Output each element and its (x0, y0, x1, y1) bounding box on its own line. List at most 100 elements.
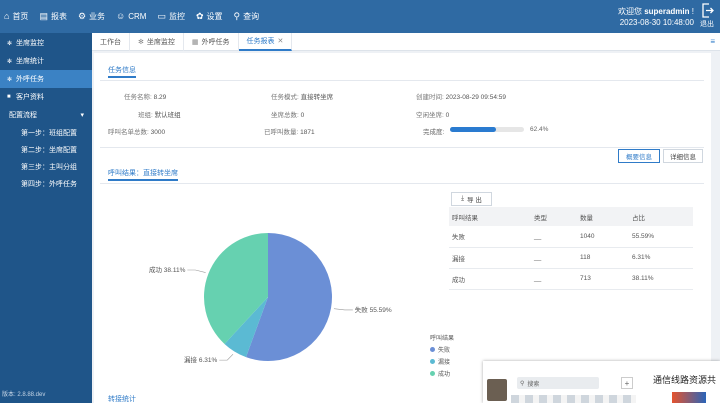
close-icon[interactable]: ✕ (278, 37, 284, 45)
tab-workbench[interactable]: 工作台 (92, 33, 130, 51)
version-label: 版本: 2.8.88.dev (2, 392, 46, 398)
popup-thumbnail (672, 392, 706, 403)
cell-ratio: 38.11% (629, 268, 693, 290)
field-called: 已呼叫数量: 1871 (264, 129, 315, 136)
nav-label: 首页 (12, 12, 29, 21)
field-agents-total: 坐席总数: 0 (271, 112, 305, 119)
legend-item[interactable]: 失败 (430, 343, 454, 355)
search-icon: ⚲ (233, 11, 241, 21)
cell-count: 118 (577, 247, 629, 269)
field-task-name: 任务名称: 8.29 (124, 94, 167, 101)
nav-query[interactable]: ⚲ 查询 (234, 11, 260, 22)
avatar (487, 379, 507, 401)
field-idle-agents: 空闲坐席: 0 (416, 112, 450, 119)
sidebar-subitem-step4[interactable]: 第四步：外呼任务 (0, 175, 92, 192)
field-created: 创建时间: 2023-08-29 09:54:59 (416, 94, 506, 101)
detail-button[interactable]: 详细信息 (663, 149, 703, 163)
sidebar-item-label: 坐席统计 (16, 58, 44, 65)
cell-ratio: 6.31% (629, 247, 693, 269)
tab-task-report[interactable]: 任务报表 ✕ (238, 33, 293, 51)
legend-swatch (430, 370, 435, 376)
completion-value: 62.4% (530, 126, 549, 133)
sidebar-item-outbound-task[interactable]: ✻ 外呼任务 (0, 70, 92, 88)
section-tab-call-result[interactable]: 呼叫结果：直接转坐席 (108, 168, 178, 181)
notification-popup[interactable]: ⚲ 搜索 + 通信线路资源共 (483, 361, 720, 403)
datetime: 2023-08-30 10:48:00 (619, 18, 694, 27)
tab-label: 任务报表 (246, 38, 275, 45)
table-header-row: 呼叫结果 类型 数量 占比 (449, 207, 693, 226)
pie-chart: 失败 55.59% 漏接 6.31% 成功 38.11% (149, 233, 392, 364)
cell-count: 713 (577, 268, 629, 290)
section-tab-transfer-stats[interactable]: 转接统计 (108, 394, 136, 403)
export-label: 导 出 (467, 197, 482, 204)
sidebar-item-agent-stats[interactable]: ✻ 坐席统计 (0, 52, 92, 70)
tab-agent-monitor[interactable]: ✻ 坐席监控 (130, 33, 184, 51)
field-list-total: 呼叫名单总数: 3000 (108, 129, 166, 136)
pie-data-label: 成功 38.11% (149, 265, 186, 274)
nav-label: 查询 (243, 12, 260, 21)
popup-list-preview (511, 395, 636, 403)
sidebar-group-config[interactable]: 配置流程 ▾ (0, 106, 92, 124)
pie-data-label: 漏接 6.31% (184, 355, 217, 364)
nav-label: 设置 (206, 12, 223, 21)
column-header[interactable]: 占比 (629, 207, 693, 226)
nav-label: 报表 (50, 12, 67, 21)
menu-icon[interactable]: ≡ (710, 37, 715, 46)
nav-business[interactable]: ⚙ 业务 (78, 11, 105, 22)
nav-settings[interactable]: ✿ 设置 (196, 11, 223, 22)
sidebar-item-label: 坐席监控 (16, 40, 44, 47)
sidebar-group-label: 配置流程 (9, 112, 37, 119)
completion-progress-fill (450, 127, 497, 132)
legend-label: 失败 (438, 347, 451, 354)
table-row: 成功 __ 713 38.11% (449, 268, 693, 290)
user-name[interactable]: superadmin (644, 7, 689, 16)
pie-label-line (187, 269, 206, 273)
tab-label: 坐席监控 (146, 39, 175, 46)
popup-search-input[interactable]: ⚲ 搜索 (517, 377, 599, 389)
top-nav: ⌂ 首页 ▤ 报表 ⚙ 业务 ☺ CRM ▭ 监控 ✿ 设置 ⚲ 查询 (4, 0, 270, 33)
sidebar-item-customer-data[interactable]: ■ 客户资料 (0, 88, 92, 106)
add-icon[interactable]: + (621, 377, 633, 389)
result-table: 呼叫结果 类型 数量 占比 失败 __ 1040 55.59% 漏接 __ 11… (449, 207, 693, 290)
nav-crm[interactable]: ☺ CRM (116, 11, 146, 22)
chevron-down-icon: ▾ (80, 112, 84, 119)
legend-item[interactable]: 成功 (430, 367, 454, 379)
logout-label: 退出 (700, 21, 714, 28)
divider (100, 147, 704, 148)
tab-label: 外呼任务 (201, 39, 230, 46)
nav-monitor[interactable]: ▭ 监控 (157, 11, 185, 22)
legend-swatch (430, 346, 435, 352)
section-tab-task-info[interactable]: 任务信息 (108, 65, 136, 78)
nav-report[interactable]: ▤ 报表 (39, 11, 67, 22)
field-group: 班组: 默认班组 (138, 112, 181, 119)
divider (100, 80, 704, 81)
gear-icon: ✻ (7, 76, 13, 83)
search-icon: ⚲ (520, 380, 525, 387)
nav-home[interactable]: ⌂ 首页 (4, 11, 28, 22)
sidebar-subitem-step2[interactable]: 第二步：坐席配置 (0, 141, 92, 158)
export-button[interactable]: ⤓ 导 出 (451, 192, 492, 206)
completion-progress (450, 127, 524, 132)
column-header[interactable]: 数量 (577, 207, 629, 226)
sidebar: ✻ 坐席监控 ✻ 坐席统计 ✻ 外呼任务 ■ 客户资料 配置流程 ▾ 第一步：班组配置 第… (0, 33, 92, 403)
legend-label: 漏接 (438, 359, 451, 366)
legend-label: 成功 (438, 371, 451, 378)
legend-item[interactable]: 漏接 (430, 355, 454, 367)
logout-button[interactable]: 退出 (697, 3, 717, 29)
logout-icon (701, 3, 714, 18)
nav-label: 业务 (89, 12, 106, 21)
greeting: 欢迎您 (617, 7, 642, 16)
tab-outbound-task[interactable]: ▦ 外呼任务 (184, 33, 239, 51)
cell-ratio: 55.59% (629, 226, 693, 248)
tab-bar: 工作台 ✻ 坐席监控 ▦ 外呼任务 任务报表 ✕ ≡ (92, 33, 720, 51)
column-header[interactable]: 类型 (531, 207, 577, 226)
crm-icon: ☺ (116, 11, 126, 21)
nav-label: 监控 (168, 12, 185, 21)
sidebar-item-agent-monitor[interactable]: ✻ 坐席监控 (0, 34, 92, 52)
pie-data-label: 失败 55.59% (355, 305, 392, 314)
summary-button[interactable]: 概要信息 (618, 149, 660, 163)
sidebar-subitem-step1[interactable]: 第一步：班组配置 (0, 124, 92, 141)
gear-icon: ✻ (138, 39, 144, 46)
popup-title: 通信线路资源共 (653, 375, 717, 385)
sidebar-subitem-step3[interactable]: 第三步：主叫分组 (0, 158, 92, 175)
